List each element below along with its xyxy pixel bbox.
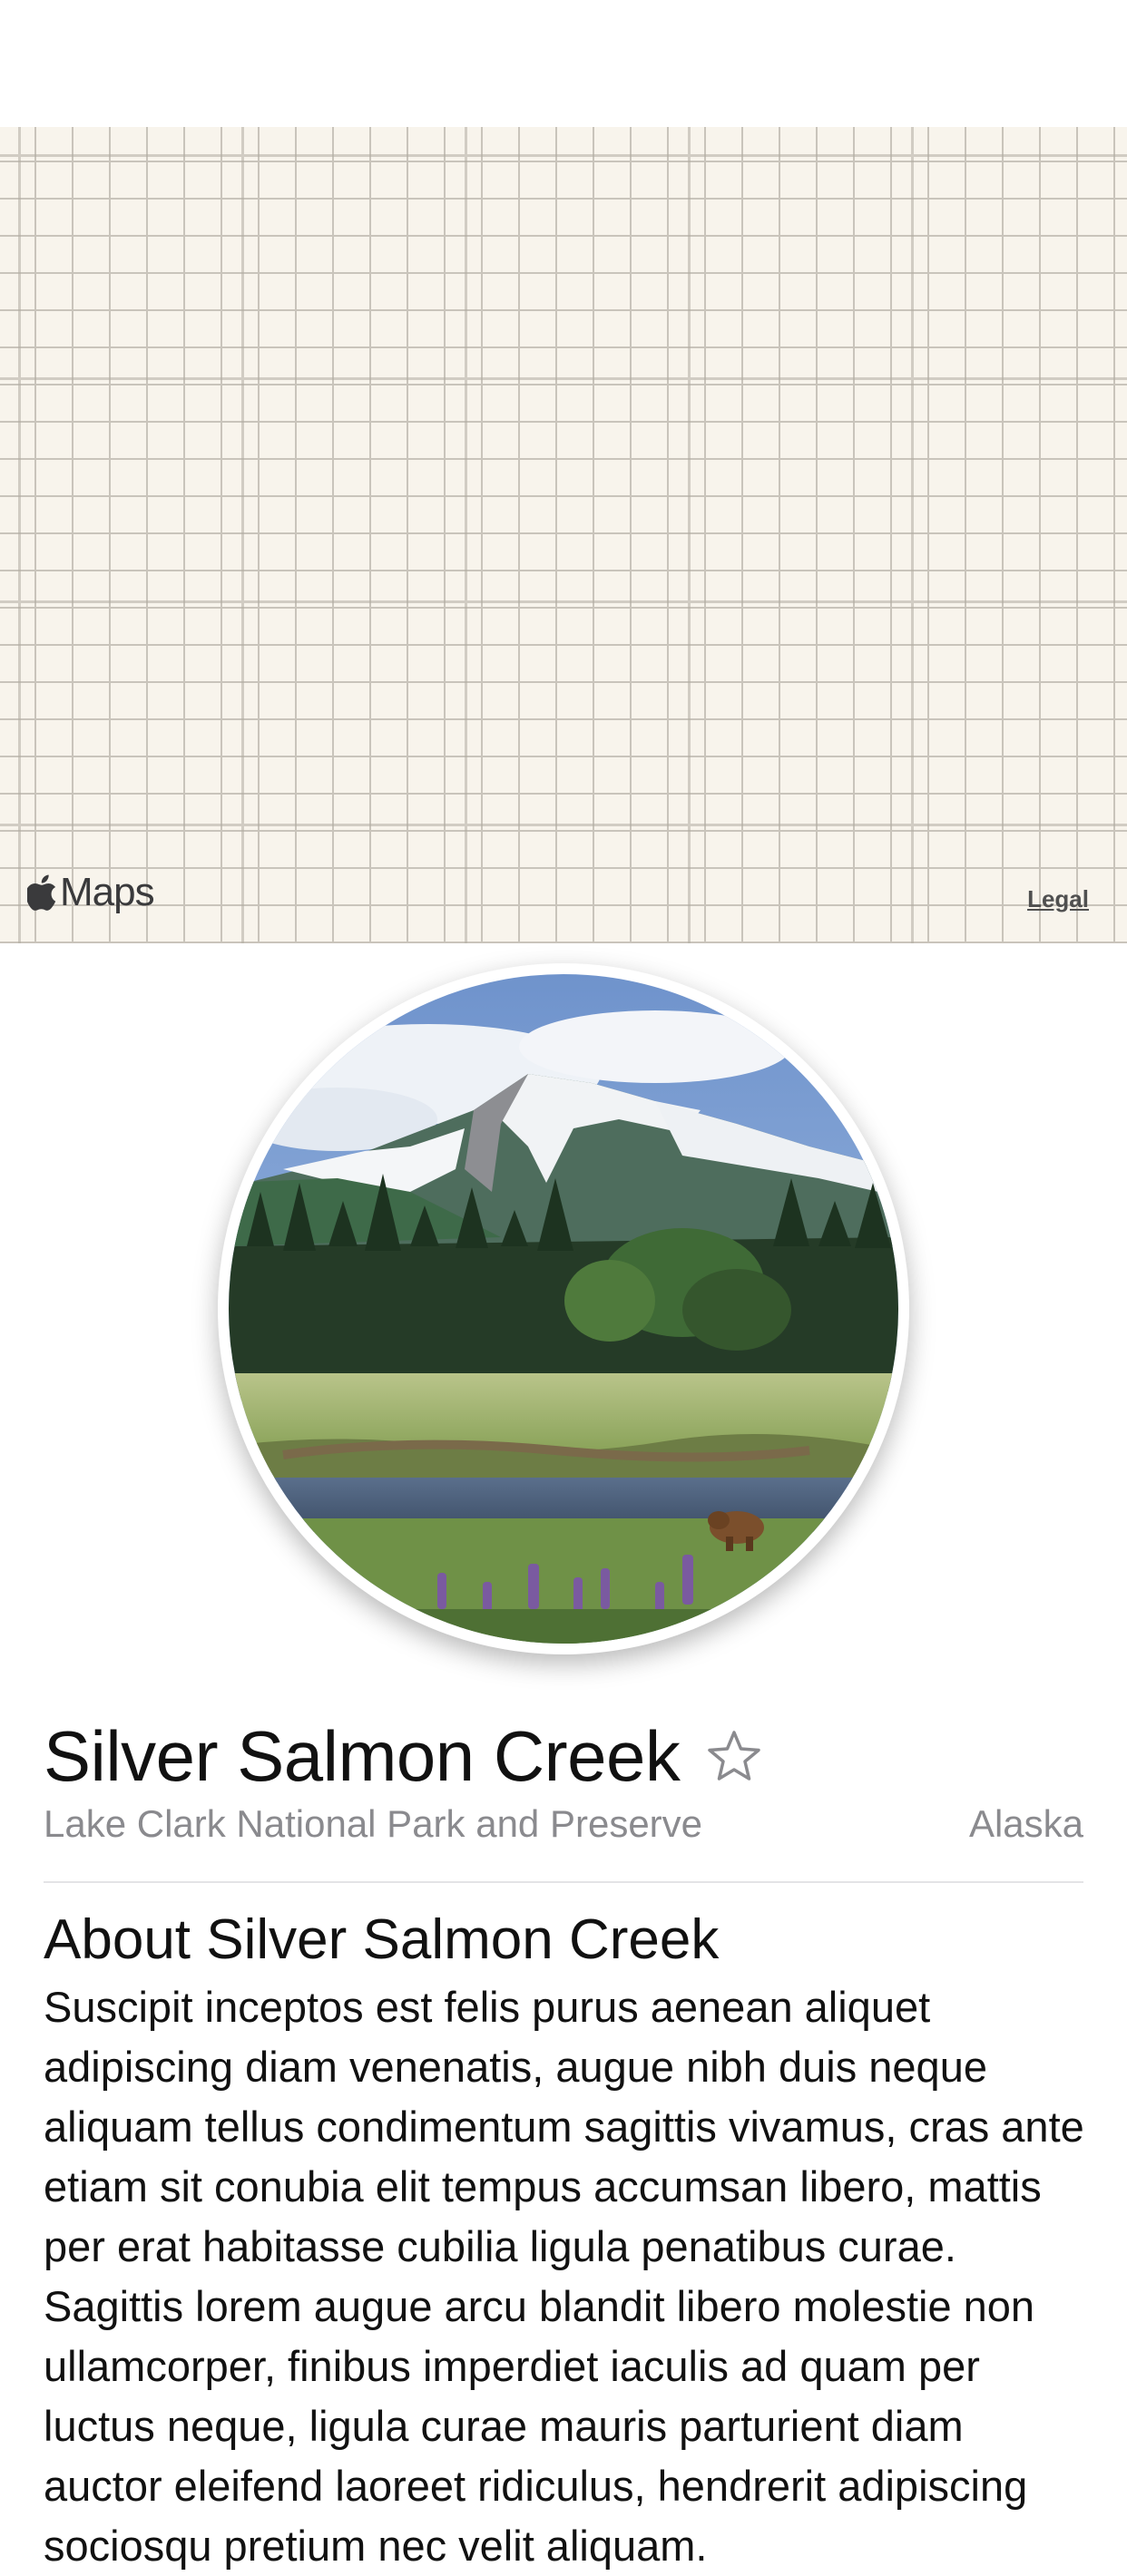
legal-link[interactable]: Legal (1027, 887, 1089, 911)
divider (44, 1881, 1083, 1883)
maps-attribution-logo: Maps (27, 870, 155, 914)
status-bar (0, 0, 1127, 127)
title-row: Silver Salmon Creek (44, 1714, 761, 1798)
landscape-photo-illustration (229, 974, 898, 1644)
about-heading: About Silver Salmon Creek (44, 1908, 720, 1971)
state-name: Alaska (968, 1802, 1083, 1845)
apple-logo-icon (27, 874, 56, 911)
place-photo (229, 974, 898, 1644)
maps-label: Maps (60, 870, 155, 914)
star-outline-icon[interactable] (707, 1729, 761, 1783)
map-view[interactable]: Maps Legal (0, 127, 1127, 943)
place-subtitle: Lake Clark National Park and Preserve Al… (44, 1802, 1083, 1845)
park-name: Lake Clark National Park and Preserve (44, 1802, 703, 1845)
map-grid (0, 127, 1127, 943)
about-body: Suscipit inceptos est felis purus aenean… (44, 1983, 1084, 2570)
place-title: Silver Salmon Creek (44, 1716, 681, 1796)
